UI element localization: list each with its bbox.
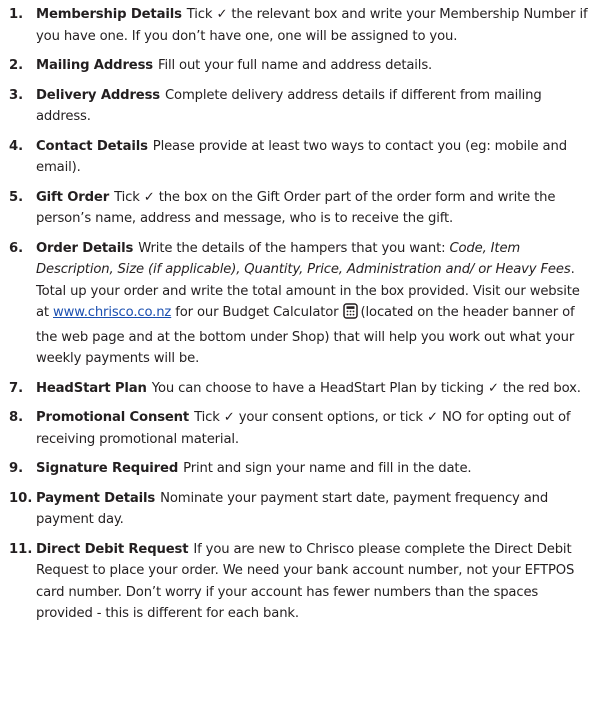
item-heading: Membership Details <box>36 7 182 22</box>
item-number: 6. <box>9 240 24 256</box>
list-item-gift-order: 5. Gift Order Tick ✓ the box on the Gift … <box>0 187 597 230</box>
item-heading: HeadStart Plan <box>36 380 147 396</box>
item-number: 10. <box>9 490 33 506</box>
item-text: HeadStart Plan You can choose to have a H… <box>36 378 591 400</box>
list-item-order-details: 6. Order Details Write the details of the… <box>0 238 597 370</box>
item-number: 7. <box>9 380 24 396</box>
checkmark-icon: ✓ <box>426 410 438 425</box>
item-number: 1. <box>9 7 24 22</box>
item-text: Payment Details Nominate your payment sta… <box>36 488 591 531</box>
item-text: Promotional Consent Tick ✓ your consent o… <box>36 407 591 450</box>
item-heading: Contact Details <box>36 138 148 154</box>
item-text: Membership Details Tick ✓ the relevant bo… <box>36 4 591 47</box>
item-body: You can choose to have a HeadStart Plan … <box>151 380 484 396</box>
item-heading: Mailing Address <box>36 58 153 73</box>
item-heading: Promotional Consent <box>36 410 190 425</box>
checkmark-icon: ✓ <box>143 189 155 205</box>
list-item-headstart-plan: 7. HeadStart Plan You can choose to have … <box>0 378 597 400</box>
list-item-mailing-address: 2. Mailing Address Fill out your full nam… <box>0 55 597 77</box>
item-heading: Payment Details <box>36 490 156 506</box>
list-item-signature-required: 9. Signature Required Print and sign your… <box>0 458 597 480</box>
item-number: 4. <box>9 138 24 154</box>
item-body: Tick <box>186 7 213 22</box>
checkmark-icon: ✓ <box>216 7 228 22</box>
list-item-contact-details: 4. Contact Details Please provide at leas… <box>0 136 597 179</box>
item-text: Direct Debit Request If you are new to Ch… <box>36 539 591 625</box>
item-body: your consent options, or tick <box>238 410 423 425</box>
item-text: Contact Details Please provide at least t… <box>36 136 591 179</box>
item-body: Fill out your full name and address deta… <box>158 58 433 73</box>
list-item-delivery-address: 3. Delivery Address Complete delivery add… <box>0 85 597 128</box>
item-heading: Signature Required <box>36 461 179 476</box>
item-number: 8. <box>9 410 24 425</box>
item-number: 9. <box>9 461 24 476</box>
item-body: Write the details of the hampers that yo… <box>138 240 446 256</box>
item-text: Signature Required Print and sign your na… <box>36 458 591 480</box>
item-text: Mailing Address Fill out your full name a… <box>36 55 591 77</box>
instructions-list: 1. Membership Details Tick ✓ the relevant… <box>0 0 597 625</box>
item-number: 3. <box>9 87 24 103</box>
website-link[interactable]: www.chrisco.co.nz <box>53 305 171 320</box>
item-body: Tick <box>194 410 220 425</box>
checkmark-icon: ✓ <box>487 380 499 396</box>
item-text: Gift Order Tick ✓ the box on the Gift Ord… <box>36 187 591 230</box>
item-number: 5. <box>9 189 24 205</box>
item-heading: Gift Order <box>36 189 110 205</box>
item-body: Tick <box>114 189 140 205</box>
item-heading: Delivery Address <box>36 87 160 103</box>
list-item-membership-details: 1. Membership Details Tick ✓ the relevant… <box>0 4 597 47</box>
list-item-direct-debit-request: 11. Direct Debit Request If you are new t… <box>0 539 597 625</box>
item-heading: Direct Debit Request <box>36 541 189 557</box>
list-item-promotional-consent: 8. Promotional Consent Tick ✓ your consen… <box>0 407 597 450</box>
item-body: the red box. <box>502 380 581 396</box>
item-body: for our Budget Calculator <box>175 305 339 320</box>
item-text: Order Details Write the details of the ha… <box>36 238 591 370</box>
item-number: 2. <box>9 58 24 73</box>
item-body: Print and sign your name and fill in the… <box>183 461 472 476</box>
checkmark-icon: ✓ <box>223 410 235 425</box>
item-heading: Order Details <box>36 240 134 256</box>
item-text: Delivery Address Complete delivery addres… <box>36 85 591 128</box>
list-item-payment-details: 10. Payment Details Nominate your payment… <box>0 488 597 531</box>
item-number: 11. <box>9 541 33 557</box>
calculator-icon <box>342 303 358 327</box>
